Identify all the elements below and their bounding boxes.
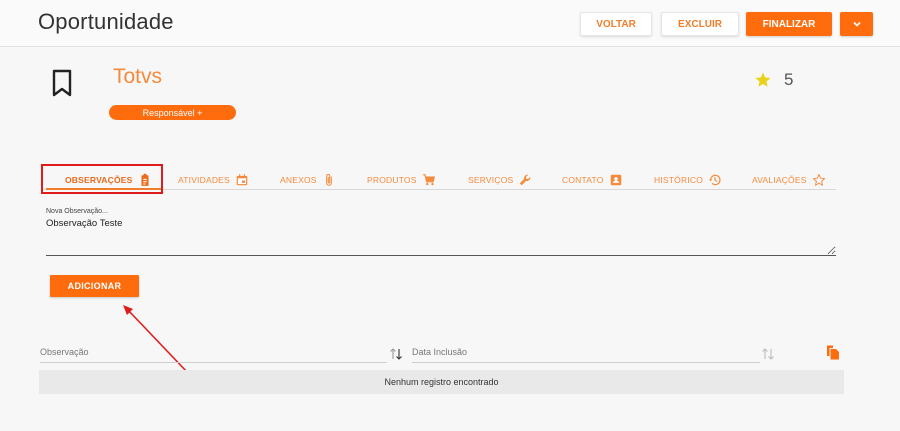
star-icon — [755, 72, 771, 87]
column-header-observacao[interactable]: Observação — [40, 345, 387, 363]
back-button[interactable]: VOLTAR — [580, 12, 652, 36]
tab-label: ATIVIDADES — [178, 175, 230, 185]
empty-table-row: Nenhum registro encontrado — [39, 370, 844, 394]
more-options-button[interactable] — [840, 12, 873, 36]
tab-label: SERVIÇOS — [468, 175, 514, 185]
tab-label: PRODUTOS — [367, 175, 417, 185]
rating-value: 5 — [784, 70, 794, 89]
observation-field-label: Nova Observação... — [46, 208, 108, 215]
tab-contato[interactable]: CONTATO — [562, 170, 623, 190]
tab-label: OBSERVAÇÕES — [65, 175, 133, 185]
tab-label: AVALIAÇÕES — [752, 175, 807, 185]
chevron-down-icon — [852, 21, 861, 27]
page-title: Oportunidade — [38, 9, 174, 34]
tab-anexos[interactable]: ANEXOS — [280, 170, 336, 190]
calendar-icon — [236, 174, 248, 186]
tab-label: ANEXOS — [280, 175, 317, 185]
column-header-data-inclusao[interactable]: Data Inclusão — [412, 345, 760, 363]
delete-button[interactable]: EXCLUIR — [661, 12, 739, 36]
tab-bar: OBSERVAÇÕES ATIVIDADES ANEXOS PRODUTOS S… — [44, 170, 836, 190]
star-outline-icon — [812, 173, 825, 186]
history-icon — [708, 174, 721, 186]
sort-icon[interactable] — [389, 347, 403, 361]
wrench-icon — [520, 174, 531, 186]
sort-icon[interactable] — [761, 347, 775, 361]
opportunity-name: Totvs — [113, 65, 163, 88]
copy-icon[interactable] — [826, 345, 840, 360]
add-button[interactable]: ADICIONAR — [50, 275, 139, 297]
tab-label: CONTATO — [562, 175, 604, 185]
tab-avaliacoes[interactable]: AVALIAÇÕES — [752, 170, 826, 190]
observation-input[interactable]: Observação Teste — [46, 218, 836, 256]
active-tab-indicator — [46, 188, 162, 190]
page-header: Oportunidade VOLTAR EXCLUIR FINALIZAR — [0, 0, 900, 47]
tab-produtos[interactable]: PRODUTOS — [367, 170, 436, 190]
contact-card-icon — [610, 174, 621, 186]
bookmark-icon[interactable] — [50, 68, 74, 98]
tab-observacoes[interactable]: OBSERVAÇÕES — [65, 170, 152, 190]
clipboard-icon — [141, 173, 149, 186]
tab-atividades[interactable]: ATIVIDADES — [178, 170, 249, 190]
tab-servicos[interactable]: SERVIÇOS — [468, 170, 532, 190]
responsible-button[interactable]: Responsável + — [109, 105, 236, 120]
paperclip-icon — [325, 173, 332, 186]
tab-historico[interactable]: HISTÓRICO — [654, 170, 722, 190]
tab-label: HISTÓRICO — [654, 175, 704, 185]
finish-button[interactable]: FINALIZAR — [746, 12, 832, 36]
cart-icon — [422, 174, 435, 186]
